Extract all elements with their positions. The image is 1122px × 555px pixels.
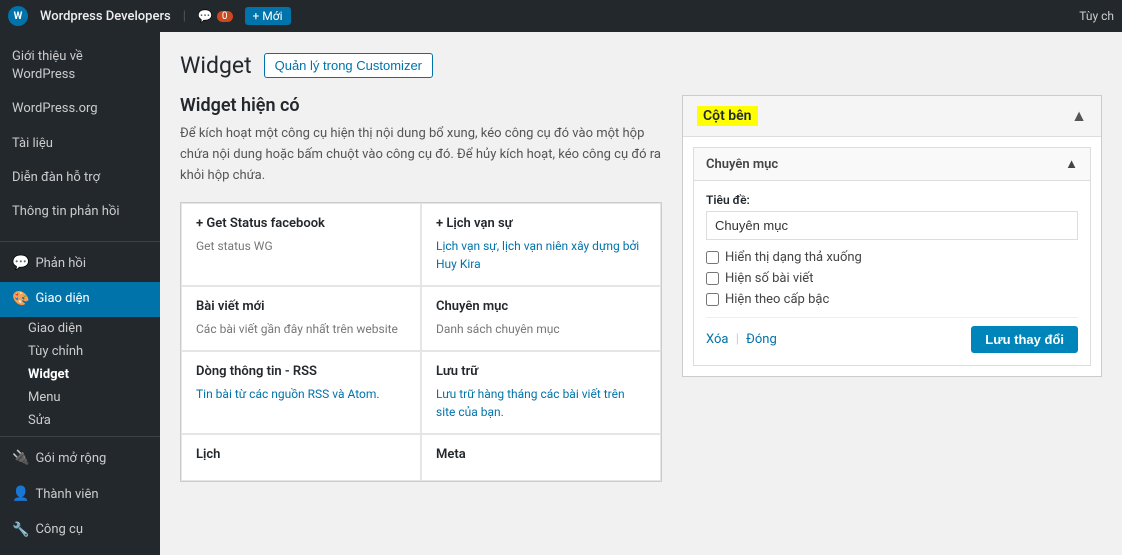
widget-desc: Lịch vạn sự, lịch vạn niên xây dựng bởi … — [436, 237, 646, 273]
section-title: Widget hiện có — [180, 95, 662, 116]
sidebar-sub-sua[interactable]: Sửa — [0, 409, 160, 432]
sidebar-item-thanh-vien[interactable]: 👤 Thành viên — [0, 477, 160, 513]
sidebar-sub-menu[interactable]: Menu — [0, 386, 160, 409]
sidebar-item-giao-dien[interactable]: 🎨 Giao diện — [0, 282, 160, 318]
widget-name: Lịch — [196, 447, 406, 462]
page-header: Widget Quản lý trong Customizer — [180, 52, 1102, 79]
main-layout: Giới thiệu về WordPress WordPress.org Tà… — [0, 32, 1122, 555]
chuyen-muc-header[interactable]: Chuyên mục ▲ — [694, 148, 1090, 181]
wp-logo: W — [8, 6, 28, 26]
widget-cell-lich-van-su[interactable]: + Lịch vạn sự Lịch vạn sự, lịch vạn niên… — [421, 203, 661, 286]
sidebar-item-wordpress-org[interactable]: WordPress.org — [0, 92, 160, 126]
customizer-button[interactable]: Quản lý trong Customizer — [264, 53, 433, 78]
sidebar-sub-tuy-chinh[interactable]: Tùy chỉnh — [0, 340, 160, 363]
widget-grid: + Get Status facebook Get status WG + Lị… — [180, 202, 662, 482]
sidebar-label: Phản hồi — [35, 255, 86, 273]
section-desc: Để kích hoạt một công cụ hiện thị nội du… — [180, 124, 662, 186]
chuyen-muc-panel: Chuyên mục ▲ Tiêu đề: Hiển thị dạng thả … — [693, 147, 1091, 366]
action-links: Xóa | Đóng — [706, 332, 777, 347]
sidebar-sub-widget[interactable]: Widget — [0, 363, 160, 386]
checkbox-row-1: Hiển thị dạng thả xuống — [706, 250, 1078, 265]
widget-name: Lưu trữ — [436, 364, 646, 379]
tuy-chinh-btn[interactable]: Tùy ch — [1079, 9, 1114, 23]
sidebar-item-tai-lieu[interactable]: Tài liệu — [0, 127, 160, 161]
sidebar-label: Gói mở rộng — [35, 450, 106, 468]
action-row: Xóa | Đóng Lưu thay đổi — [706, 317, 1078, 353]
sidebar-label: Thông tin phản hồi — [12, 203, 120, 221]
page-title: Widget — [180, 52, 252, 79]
sidebar-item-thong-tin[interactable]: Thông tin phản hồi — [0, 195, 160, 229]
sidebar-label: Giới thiệu về WordPress — [12, 48, 148, 84]
widget-name: Dòng thông tin - RSS — [196, 364, 406, 379]
sidebar-label: Diễn đàn hỗ trợ — [12, 169, 100, 187]
sidebar-top-section: Giới thiệu về WordPress WordPress.org Tà… — [0, 32, 160, 237]
checkbox-row-2: Hiện số bài viết — [706, 271, 1078, 286]
checkbox-cap-bac[interactable] — [706, 293, 719, 306]
checkbox-label-3: Hiện theo cấp bậc — [725, 292, 829, 307]
sidebar-item-phan-hoi[interactable]: 💬 Phản hồi — [0, 246, 160, 282]
collapse-arrow-icon[interactable]: ▲ — [1071, 106, 1087, 126]
widget-cell-chuyen-muc[interactable]: Chuyên mục Danh sách chuyên mục — [421, 286, 661, 351]
sidebar-divider-1 — [0, 241, 160, 242]
xoa-link[interactable]: Xóa — [706, 332, 729, 347]
widget-name: + Lịch vạn sự — [436, 216, 646, 231]
sidebar-label: Tài liệu — [12, 135, 53, 153]
widget-cell-get-status[interactable]: + Get Status facebook Get status WG — [181, 203, 421, 286]
tieude-label: Tiêu đề: — [706, 193, 1078, 207]
widget-cell-luu-tru[interactable]: Lưu trữ Lưu trữ hàng tháng các bài viết … — [421, 351, 661, 434]
sidebar-label: Thành viên — [35, 486, 98, 504]
separator: | — [736, 332, 739, 347]
comment-count: 0 — [217, 11, 233, 22]
main-content: Widget Quản lý trong Customizer Widget h… — [160, 32, 1122, 555]
widget-name: + Get Status facebook — [196, 216, 406, 231]
sidebar-sub-giao-dien[interactable]: Giao diện — [0, 317, 160, 340]
widget-cell-dong-thong-tin[interactable]: Dòng thông tin - RSS Tin bài từ các nguồ… — [181, 351, 421, 434]
widget-name: Meta — [436, 447, 646, 462]
new-button[interactable]: + Mới — [245, 7, 291, 25]
widget-desc: Tin bài từ các nguồn RSS và Atom. — [196, 385, 406, 403]
cot-ben-title: Cột bên — [697, 106, 758, 126]
widget-desc: Get status WG — [196, 237, 406, 255]
checkbox-row-3: Hiện theo cấp bậc — [706, 292, 1078, 307]
sidebar-label: Giao diện — [35, 290, 89, 308]
checkbox-so-bai-viet[interactable] — [706, 272, 719, 285]
checkbox-tha-xuong[interactable] — [706, 251, 719, 264]
widget-cell-meta[interactable]: Meta — [421, 434, 661, 481]
sidebar-label: WordPress.org — [12, 100, 98, 118]
widget-desc: Lưu trữ hàng tháng các bài viết trên sit… — [436, 385, 646, 421]
plugin-icon: 🔌 — [12, 449, 29, 469]
giao-dien-icon: 🎨 — [12, 290, 29, 310]
widget-cell-lich[interactable]: Lịch — [181, 434, 421, 481]
sidebar-divider-2 — [0, 436, 160, 437]
expand-arrow-icon[interactable]: ▲ — [1065, 156, 1078, 172]
phan-hoi-icon: 💬 — [12, 254, 29, 274]
chuyen-muc-label: Chuyên mục — [706, 157, 778, 172]
sidebar: Giới thiệu về WordPress WordPress.org Tà… — [0, 32, 160, 555]
tieude-input[interactable] — [706, 211, 1078, 240]
save-button[interactable]: Lưu thay đổi — [971, 326, 1078, 353]
sidebar-item-dien-dan[interactable]: Diễn đàn hỗ trợ — [0, 161, 160, 195]
admin-bar: W Wordpress Developers | 💬 0 + Mới Tùy c… — [0, 0, 1122, 32]
users-icon: 👤 — [12, 485, 29, 505]
sidebar-item-goi-mo-rong[interactable]: 🔌 Gói mở rộng — [0, 441, 160, 477]
widget-cell-bai-viet-moi[interactable]: Bài viết mới Các bài viết gần đây nhất t… — [181, 286, 421, 351]
widget-desc: Các bài viết gần đây nhất trên website — [196, 320, 406, 338]
checkbox-label-1: Hiển thị dạng thả xuống — [725, 250, 862, 265]
dong-link[interactable]: Đóng — [746, 332, 777, 347]
tools-icon: 🔧 — [12, 521, 29, 541]
widget-name: Bài viết mới — [196, 299, 406, 314]
widget-desc: Danh sách chuyên mục — [436, 320, 646, 338]
comment-icon: 💬 — [198, 9, 213, 23]
sidebar-label: Công cụ — [35, 521, 83, 539]
cot-ben-header: Cột bên ▲ — [683, 96, 1101, 137]
site-name[interactable]: Wordpress Developers — [40, 9, 171, 24]
checkbox-label-2: Hiện số bài viết — [725, 271, 813, 286]
sidebar-item-cong-cu[interactable]: 🔧 Công cụ — [0, 513, 160, 549]
cot-ben-panel: Cột bên ▲ Chuyên mục ▲ Tiêu đề: Hiển thị… — [682, 95, 1102, 377]
widget-name: Chuyên mục — [436, 299, 646, 314]
sidebar-item-gioi-thieu[interactable]: Giới thiệu về WordPress — [0, 40, 160, 92]
comments-link[interactable]: 💬 0 — [198, 9, 233, 23]
chuyen-muc-body: Tiêu đề: Hiển thị dạng thả xuống Hiện số… — [694, 181, 1090, 365]
sidebar-item-cai-dat[interactable]: ⚙️ Cài đặt — [0, 548, 160, 555]
